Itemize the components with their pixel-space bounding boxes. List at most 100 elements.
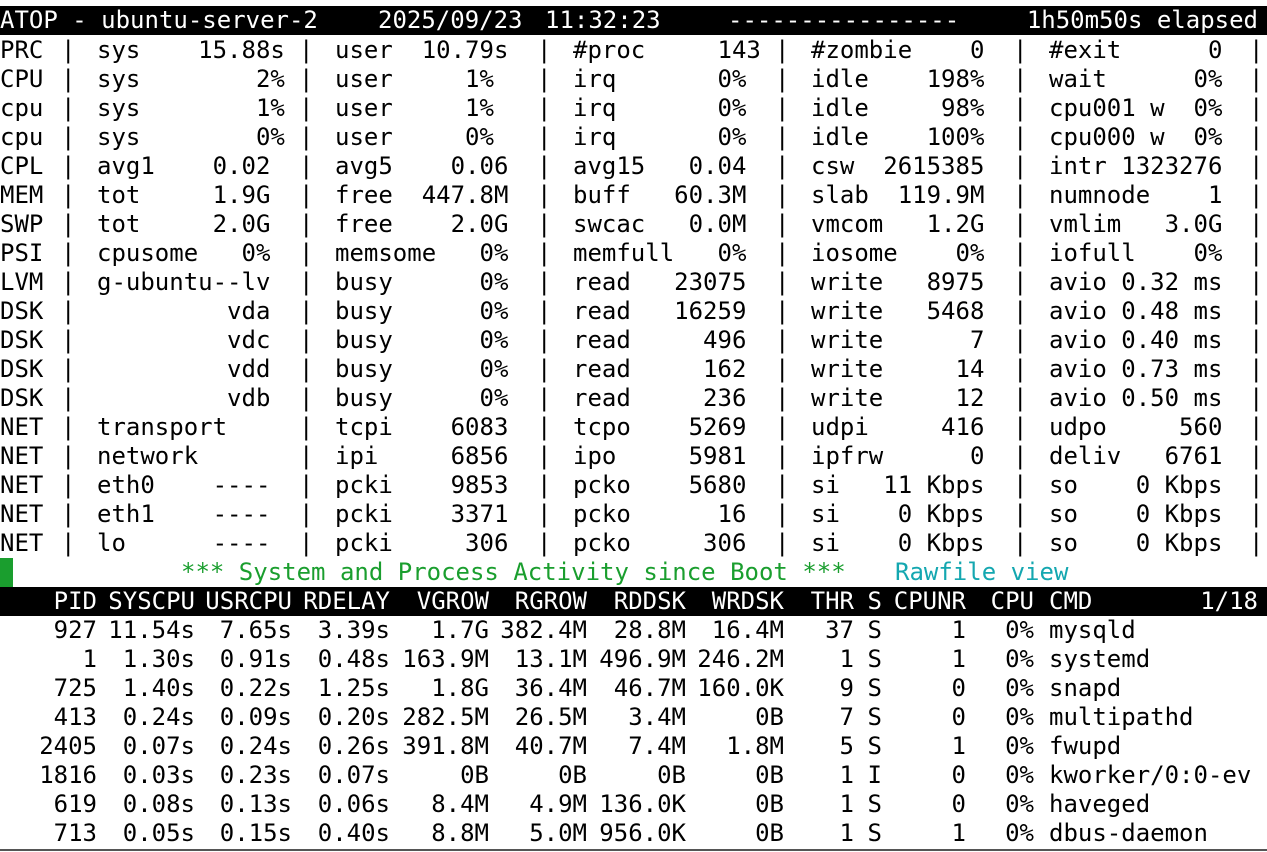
process-cell: 0.09s: [219, 703, 292, 731]
process-cell: 0.15s: [219, 819, 292, 847]
column-header[interactable]: USRCPU: [205, 587, 292, 616]
process-cell: 0.91s: [219, 645, 292, 673]
process-row[interactable]: 1 1.30s 0.91s 0.48s 163.9M 13.1M 496.9M 246.2M 1…: [0, 645, 1267, 674]
process-cell: 1: [951, 616, 966, 644]
column-header[interactable]: SYSCPU: [108, 587, 195, 616]
process-cell: 0.08s: [122, 790, 195, 818]
column-header[interactable]: PID: [54, 587, 97, 616]
column-header[interactable]: RGROW: [515, 587, 587, 616]
column-separator: |: [537, 152, 552, 180]
column-separator: |: [775, 210, 790, 238]
stat-cell: udpo 560: [1049, 413, 1223, 441]
cursor-marker: [0, 558, 13, 587]
process-cell: 0B: [755, 819, 784, 847]
stat-label: MEM: [0, 181, 44, 209]
column-separator: |: [537, 210, 552, 238]
column-separator: |: [537, 442, 552, 470]
process-cell: 1: [951, 819, 966, 847]
process-row[interactable]: 619 0.08s 0.13s 0.06s 8.4M 4.9M 136.0K 0B 1 S 0 0% h…: [0, 790, 1267, 819]
process-cell: 37: [825, 616, 854, 644]
column-separator: |: [1013, 471, 1028, 499]
process-row[interactable]: 413 0.24s 0.09s 0.20s 282.5M 26.5M 3.4M 0B 7 S 0 0%…: [0, 703, 1267, 732]
process-cell: 1.8M: [726, 732, 784, 760]
column-header[interactable]: RDDSK: [614, 587, 686, 616]
process-row[interactable]: 927 11.54s 7.65s 3.39s 1.7G 382.4M 28.8M 16.4M 3…: [0, 616, 1267, 645]
stat-cell: write 7: [811, 326, 985, 354]
process-cell: kworker/0:0-ev: [1049, 761, 1252, 789]
process-cell: 0: [951, 790, 966, 818]
column-separator: |: [1249, 413, 1264, 441]
column-separator: |: [775, 181, 790, 209]
column-header[interactable]: VGROW: [417, 587, 489, 616]
stat-label: NET: [0, 500, 44, 528]
process-cell: 11.54s: [108, 616, 195, 644]
stat-cell: cpu000 w 0%: [1049, 123, 1223, 151]
process-cell: 0%: [1005, 703, 1034, 731]
process-cell: 0%: [1005, 732, 1034, 760]
column-separator: |: [61, 65, 76, 93]
stat-cell: sys 2%: [97, 65, 285, 93]
column-separator: |: [299, 210, 314, 238]
column-separator: |: [1013, 65, 1028, 93]
process-cell: 26.5M: [514, 703, 587, 731]
stat-row-mem: MEM | | | | | | tot 1.9G free 447.8M buff 60.3M sl…: [0, 181, 1267, 210]
column-header[interactable]: RDELAY: [303, 587, 390, 616]
process-row[interactable]: 1816 0.03s 0.23s 0.07s 0B 0B 0B 0B 1 I 0 0% kworker/…: [0, 761, 1267, 790]
process-cell: 0B: [657, 761, 686, 789]
column-separator: |: [537, 239, 552, 267]
stat-cell: read 162: [573, 355, 747, 383]
process-cell: 1.30s: [122, 645, 195, 673]
process-cell: 3.4M: [628, 703, 686, 731]
stat-cell: user 0%: [335, 123, 494, 151]
column-header[interactable]: CPU: [991, 587, 1034, 616]
process-cell: 0%: [1005, 645, 1034, 673]
process-row[interactable]: 713 0.05s 0.15s 0.40s 8.8M 5.0M 956.0K 0B 1 S 1 0% d…: [0, 819, 1267, 848]
process-cell: 246.2M: [697, 645, 784, 673]
process-cell: 0B: [558, 761, 587, 789]
process-cell: 5: [839, 732, 854, 760]
stat-cell: intr 1323276: [1049, 152, 1223, 180]
stat-label: PSI: [0, 239, 44, 267]
stat-cell: iofull 0%: [1049, 239, 1223, 267]
stat-cell: read 236: [573, 384, 747, 412]
column-separator: |: [775, 529, 790, 557]
process-cell: 163.9M: [402, 645, 489, 673]
column-separator: |: [299, 94, 314, 122]
column-separator: |: [1249, 529, 1264, 557]
process-cell: 1: [839, 645, 854, 673]
process-cell: 8.8M: [431, 819, 489, 847]
column-separator: |: [1013, 442, 1028, 470]
column-separator: |: [61, 384, 76, 412]
atop-terminal[interactable]: ATOP - ubuntu-server-2 2025/09/23 11:32:…: [0, 0, 1267, 852]
process-cell: snapd: [1049, 674, 1122, 702]
column-separator: |: [775, 413, 790, 441]
column-separator: |: [775, 36, 790, 64]
column-header[interactable]: S: [868, 587, 882, 616]
process-cell: S: [867, 732, 882, 760]
process-row[interactable]: 725 1.40s 0.22s 1.25s 1.8G 36.4M 46.7M 160.0K 9 S…: [0, 674, 1267, 703]
column-separator: |: [537, 384, 552, 412]
process-cell: fwupd: [1049, 732, 1122, 760]
process-cell: 5.0M: [529, 819, 587, 847]
process-cell: 4.9M: [529, 790, 587, 818]
column-separator: |: [1249, 297, 1264, 325]
column-header[interactable]: THR: [811, 587, 854, 616]
stat-cell: busy 0%: [335, 268, 509, 296]
process-row[interactable]: 2405 0.07s 0.24s 0.26s 391.8M 40.7M 7.4M 1.8M 5 S…: [0, 732, 1267, 761]
stat-row-psi: PSI | | | | | | cpusome 0% memsome 0% memfull 0% i…: [0, 239, 1267, 268]
column-separator: |: [775, 239, 790, 267]
column-separator: |: [1013, 529, 1028, 557]
stat-cell: eth0 ----: [97, 471, 271, 499]
header-date: 2025/09/23: [378, 6, 523, 34]
column-header[interactable]: CMD: [1049, 587, 1092, 616]
process-cell: 36.4M: [514, 674, 587, 702]
column-separator: |: [1249, 355, 1264, 383]
stat-cell: busy 0%: [335, 297, 509, 325]
column-header[interactable]: CPUNR: [894, 587, 966, 616]
column-separator: |: [299, 239, 314, 267]
process-cell: 0: [951, 761, 966, 789]
stat-cell: g-ubuntu--lv: [97, 268, 271, 296]
process-table-header: 1/18 PID SYSCPU USRCPU RDELAY VGROW RGROW RDDS…: [0, 587, 1267, 616]
process-cell: 0.24s: [219, 732, 292, 760]
column-header[interactable]: WRDSK: [712, 587, 784, 616]
